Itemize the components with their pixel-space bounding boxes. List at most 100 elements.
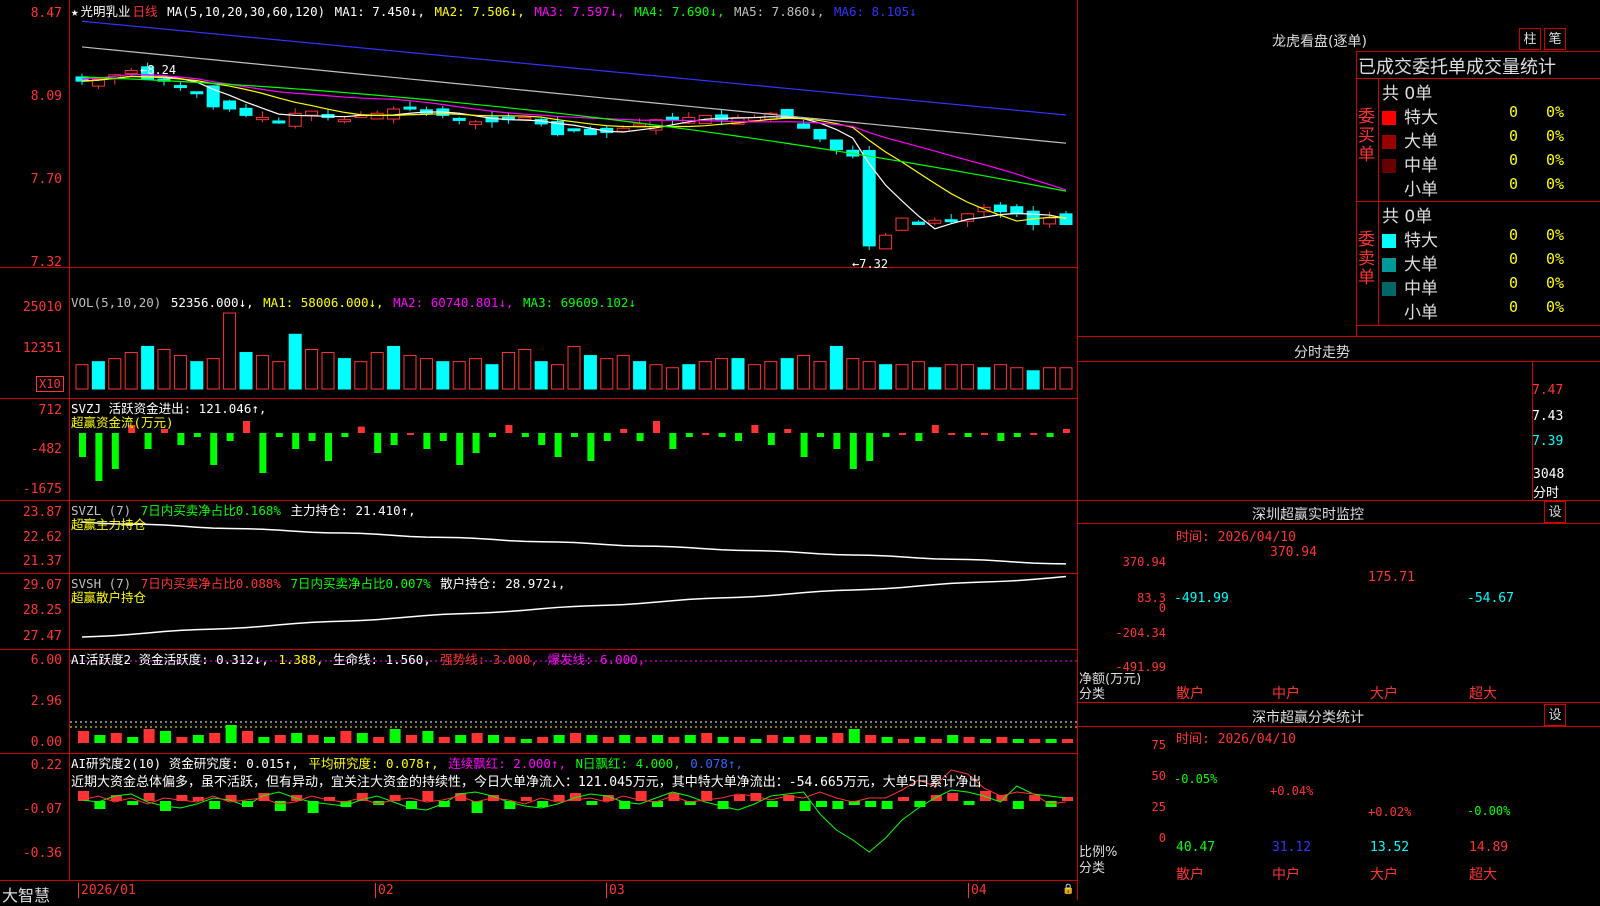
- flow-bar: [784, 429, 792, 433]
- sz-value-label: -54.67: [1467, 591, 1514, 606]
- bar-mode-button[interactable]: 柱: [1519, 28, 1541, 50]
- activity-bar: [652, 735, 663, 743]
- activity-bar: [570, 733, 581, 743]
- volume-bar: [879, 364, 893, 390]
- volume-bar: [829, 345, 843, 390]
- cls-category-label: 大户: [1370, 867, 1398, 883]
- candle-body: [173, 85, 187, 89]
- flow-bar: [620, 429, 628, 433]
- volume-bar: [223, 312, 237, 390]
- activity-bar: [176, 737, 188, 743]
- legend-item: 7日内买卖净占比0.007%: [290, 576, 439, 591]
- candle-body: [1026, 210, 1040, 225]
- sz-y-tick: 370.94: [1122, 555, 1166, 569]
- color-swatch: [1382, 282, 1396, 296]
- y-tick-label: 23.87: [22, 505, 62, 520]
- y-tick-label: 0.22: [30, 758, 62, 773]
- sz-settings-button[interactable]: 设: [1544, 501, 1566, 523]
- activity-bar: [586, 735, 598, 743]
- flow-bar: [1030, 433, 1038, 435]
- volume-unit[interactable]: X10: [36, 376, 64, 392]
- research-bar: [471, 801, 483, 813]
- cls-delta-label: -0.00%: [1467, 803, 1511, 818]
- order-size-label: 中单: [1404, 156, 1438, 176]
- candle-body: [895, 217, 909, 231]
- pen-mode-button[interactable]: 笔: [1544, 28, 1566, 50]
- sz-category-label: 超大: [1469, 686, 1497, 702]
- period-label[interactable]: 日线: [133, 4, 158, 19]
- research-bar: [799, 801, 811, 811]
- sz-y-tick: -491.99: [1115, 660, 1166, 674]
- activity-bar: [1012, 739, 1024, 743]
- volume-bar: [862, 361, 876, 390]
- cls-value-label: 13.52: [1370, 840, 1410, 855]
- stock-name[interactable]: 光明乳业: [81, 4, 131, 19]
- flow-bar: [423, 433, 431, 449]
- volume-bar: [682, 364, 696, 390]
- volume-bar: [305, 348, 319, 390]
- legend-item: 生命线: 1.560,: [333, 652, 439, 667]
- flow-bar: [390, 433, 398, 445]
- flow-bar: [587, 433, 595, 461]
- activity-bar: [898, 739, 909, 743]
- activity-bar: [209, 733, 221, 743]
- candle-body: [797, 123, 811, 129]
- svsh-title: 超赢散户持仓: [71, 590, 147, 605]
- svzl-title: 超赢主力持仓: [71, 517, 147, 532]
- y-tick-label: 8.47: [30, 6, 62, 21]
- order-volume: 0: [1509, 298, 1519, 316]
- flow-bar: [915, 433, 923, 441]
- volume-bar: [354, 361, 368, 390]
- research-bar: [816, 801, 827, 807]
- cls-title: 深市超赢分类统计: [1252, 710, 1364, 726]
- order-pct: 0%: [1546, 250, 1565, 268]
- cls-delta-label: +0.02%: [1368, 805, 1412, 820]
- activity-bar: [1029, 739, 1041, 743]
- ma-params: MA(5,10,20,30,60,120): [167, 4, 326, 19]
- research-bar: [537, 801, 549, 807]
- order-row: 特大: [1382, 103, 1438, 128]
- flow-bar: [964, 433, 972, 437]
- order-row: 大单: [1382, 250, 1438, 275]
- candle-body: [567, 128, 581, 132]
- date-tick: 04: [968, 883, 987, 898]
- intraday-title: 分时走势: [1294, 345, 1350, 361]
- activity-bar: [504, 737, 516, 743]
- y-tick-label: 7.70: [30, 172, 62, 187]
- candle-body: [813, 128, 827, 140]
- flow-bar: [407, 433, 414, 435]
- y-tick-label: -0.07: [22, 802, 62, 817]
- flow-bar: [882, 433, 890, 437]
- activity-bar: [340, 731, 352, 743]
- research-bar: [980, 791, 991, 801]
- volume-bar: [173, 355, 187, 390]
- y-tick-label: -482: [30, 442, 62, 457]
- activity-bar: [406, 735, 417, 743]
- activity-bar: [717, 737, 729, 743]
- research-bar: [209, 801, 221, 809]
- activity-bar: [520, 739, 532, 743]
- activity-bar: [110, 733, 122, 743]
- lock-icon[interactable]: 🔒: [1062, 884, 1074, 895]
- legend-item: MA4: 7.690↓,: [634, 4, 733, 19]
- main-legend: ★ 光明乳业 日线 MA(5,10,20,30,60,120) MA1: 7.450…: [71, 1, 921, 20]
- legend-item: 0.078↑,: [690, 756, 743, 771]
- volume-bar: [665, 367, 679, 390]
- research-bar: [898, 797, 909, 801]
- activity-bar: [225, 725, 237, 743]
- volume-bar: [321, 352, 335, 390]
- research-bar: [242, 801, 253, 807]
- cls-category-label: 中户: [1272, 867, 1300, 883]
- divider: [1356, 325, 1600, 326]
- legend-item: MA2: 60740.801↓,: [393, 295, 522, 310]
- cls-value-label: 14.89: [1469, 840, 1509, 855]
- volume-bar: [239, 352, 253, 390]
- research-bar: [1029, 795, 1041, 801]
- y-tick-label: 29.07: [22, 578, 62, 593]
- volume-bar: [452, 361, 466, 390]
- cls-settings-button[interactable]: 设: [1544, 704, 1566, 726]
- candle-body: [305, 110, 319, 116]
- flow-bar: [800, 433, 808, 457]
- dragon-title: 龙虎看盘(逐单): [1272, 34, 1367, 50]
- flow-bar: [144, 433, 152, 449]
